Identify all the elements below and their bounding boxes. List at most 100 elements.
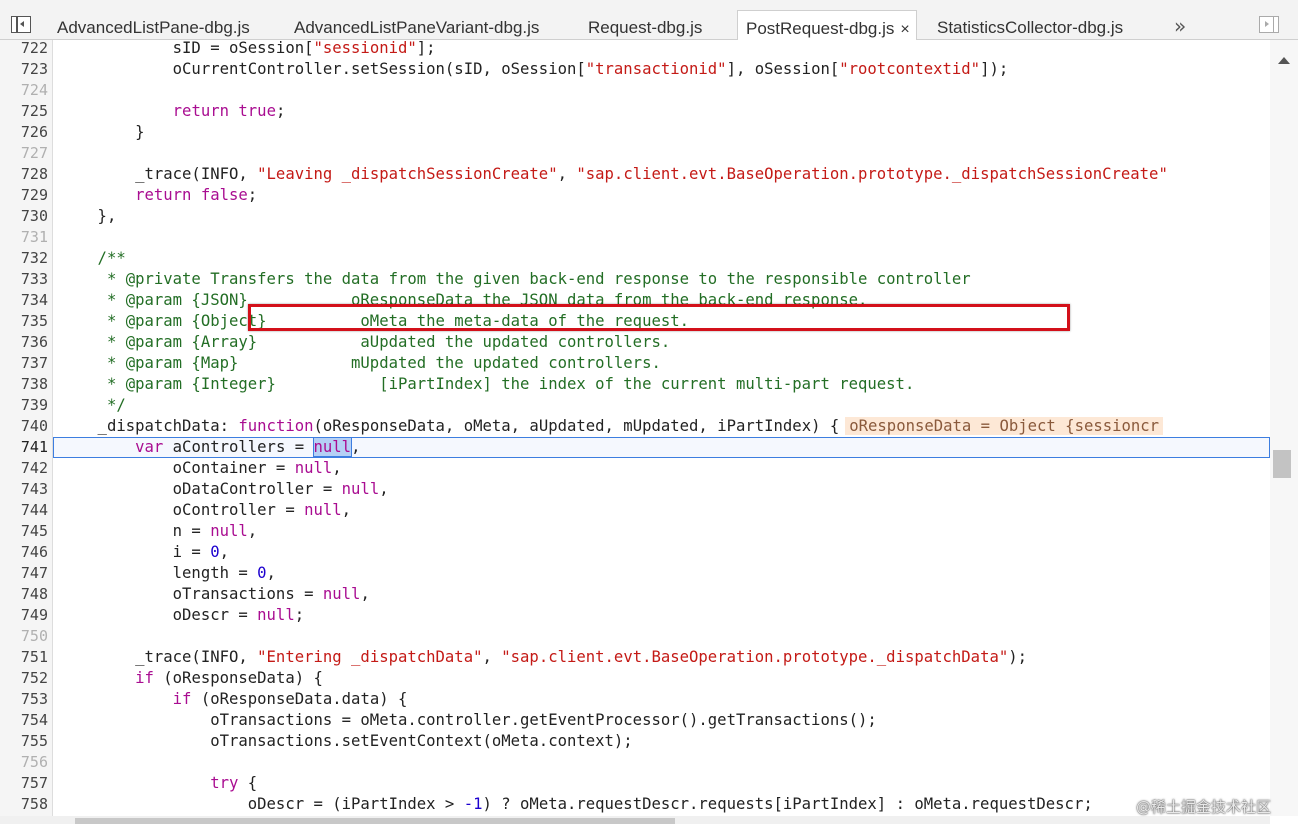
line-number[interactable]: 743 <box>0 479 48 500</box>
code-text: i = 0, <box>60 543 229 561</box>
tab-postrequest[interactable]: PostRequest-dbg.js × <box>737 10 917 40</box>
code-line[interactable]: 740 _dispatchData: function(oResponseDat… <box>0 416 1270 437</box>
code-line[interactable]: 724 <box>0 80 1270 101</box>
code-text: }, <box>60 207 117 225</box>
line-number[interactable]: 757 <box>0 773 48 794</box>
code-line[interactable]: 753 if (oResponseData.data) { <box>0 689 1270 710</box>
code-line[interactable]: 725 return true; <box>0 101 1270 122</box>
code-line[interactable]: 730 }, <box>0 206 1270 227</box>
code-editor[interactable]: 722 sID = oSession["sessionid"]; 723 oCur… <box>0 40 1270 816</box>
line-number[interactable]: 726 <box>0 122 48 143</box>
code-line[interactable]: 727 <box>0 143 1270 164</box>
code-line[interactable]: 726 } <box>0 122 1270 143</box>
line-number[interactable]: 745 <box>0 521 48 542</box>
code-line[interactable]: 728 _trace(INFO, "Leaving _dispatchSessi… <box>0 164 1270 185</box>
code-line[interactable]: 736 * @param {Array} aUpdated the update… <box>0 332 1270 353</box>
line-number[interactable]: 742 <box>0 458 48 479</box>
line-number[interactable]: 744 <box>0 500 48 521</box>
line-number[interactable]: 737 <box>0 353 48 374</box>
line-number[interactable]: 754 <box>0 710 48 731</box>
line-number[interactable]: 747 <box>0 563 48 584</box>
line-number[interactable]: 728 <box>0 164 48 185</box>
line-number[interactable]: 735 <box>0 311 48 332</box>
code-line[interactable]: 731 <box>0 227 1270 248</box>
line-number[interactable]: 734 <box>0 290 48 311</box>
close-tab-icon[interactable]: × <box>900 21 915 38</box>
code-text: oDataController = null, <box>60 480 389 498</box>
code-line[interactable]: 751 _trace(INFO, "Entering _dispatchData… <box>0 647 1270 668</box>
line-number[interactable]: 731 <box>0 227 48 248</box>
tab-statisticscollector[interactable]: StatisticsCollector-dbg.js <box>937 10 1123 40</box>
line-number[interactable]: 736 <box>0 332 48 353</box>
line-number[interactable]: 751 <box>0 647 48 668</box>
line-number[interactable]: 722 <box>0 40 48 59</box>
line-number[interactable]: 730 <box>0 206 48 227</box>
horizontal-scroll-thumb[interactable] <box>75 818 675 824</box>
code-line[interactable]: 757 try { <box>0 773 1270 794</box>
line-number[interactable]: 753 <box>0 689 48 710</box>
line-number[interactable]: 739 <box>0 395 48 416</box>
line-number[interactable]: 741 <box>0 437 48 458</box>
tab-request[interactable]: Request-dbg.js <box>588 10 702 40</box>
code-line[interactable]: 723 oCurrentController.setSession(sID, o… <box>0 59 1270 80</box>
code-line[interactable]: 722 sID = oSession["sessionid"]; <box>0 40 1270 59</box>
code-text: sID = oSession["sessionid"]; <box>60 40 436 57</box>
code-text: /** <box>60 249 126 267</box>
toggle-debugger-icon[interactable] <box>1259 16 1279 33</box>
scroll-up-arrow-icon[interactable] <box>1278 57 1290 64</box>
code-line[interactable]: 741 var aControllers = null, <box>0 437 1270 458</box>
line-number[interactable]: 750 <box>0 626 48 647</box>
tab-advancedlistpanevariant[interactable]: AdvancedListPaneVariant-dbg.js <box>294 10 539 40</box>
vertical-scroll-thumb[interactable] <box>1273 450 1291 478</box>
line-number[interactable]: 758 <box>0 794 48 815</box>
horizontal-scrollbar[interactable] <box>0 816 1270 824</box>
line-number[interactable]: 756 <box>0 752 48 773</box>
code-text: * @param {Integer} [iPartIndex] the inde… <box>60 375 915 393</box>
line-number[interactable]: 729 <box>0 185 48 206</box>
toggle-navigator-icon[interactable] <box>11 16 31 33</box>
code-line[interactable]: 754 oTransactions = oMeta.controller.get… <box>0 710 1270 731</box>
vertical-scrollbar[interactable] <box>1270 40 1298 816</box>
tab-advancedlistpane[interactable]: AdvancedListPane-dbg.js <box>57 10 250 40</box>
code-line[interactable]: 750 <box>0 626 1270 647</box>
watermark: @稀土掘金技术社区 <box>1136 798 1272 816</box>
code-line[interactable]: 732 /** <box>0 248 1270 269</box>
line-number[interactable]: 727 <box>0 143 48 164</box>
line-number[interactable]: 733 <box>0 269 48 290</box>
code-line[interactable]: 737 * @param {Map} mUpdated the updated … <box>0 353 1270 374</box>
code-line[interactable]: 744 oController = null, <box>0 500 1270 521</box>
code-text: if (oResponseData) { <box>135 669 323 687</box>
code-line[interactable]: 748 oTransactions = null, <box>0 584 1270 605</box>
code-line[interactable]: 743 oDataController = null, <box>0 479 1270 500</box>
line-number[interactable]: 732 <box>0 248 48 269</box>
line-number[interactable]: 748 <box>0 584 48 605</box>
tab-label: PostRequest-dbg.js <box>746 19 895 38</box>
code-line[interactable]: 747 length = 0, <box>0 563 1270 584</box>
code-line[interactable]: 758 oDescr = (iPartIndex > -1) ? oMeta.r… <box>0 794 1270 815</box>
code-line[interactable]: 745 n = null, <box>0 521 1270 542</box>
line-number[interactable]: 738 <box>0 374 48 395</box>
code-line[interactable]: 755 oTransactions.setEventContext(oMeta.… <box>0 731 1270 752</box>
line-number[interactable]: 723 <box>0 59 48 80</box>
code-line[interactable]: 746 i = 0, <box>0 542 1270 563</box>
line-number[interactable]: 724 <box>0 80 48 101</box>
code-text: oController = null, <box>60 501 352 519</box>
code-line[interactable]: 742 oContainer = null, <box>0 458 1270 479</box>
code-text: oDescr = null; <box>60 606 305 624</box>
code-line[interactable]: 739 */ <box>0 395 1270 416</box>
line-number[interactable]: 752 <box>0 668 48 689</box>
code-line[interactable]: 752 if (oResponseData) { <box>0 668 1270 689</box>
line-number[interactable]: 725 <box>0 101 48 122</box>
line-number[interactable]: 746 <box>0 542 48 563</box>
code-line[interactable]: 749 oDescr = null; <box>0 605 1270 626</box>
line-number[interactable]: 755 <box>0 731 48 752</box>
code-line[interactable]: 738 * @param {Integer} [iPartIndex] the … <box>0 374 1270 395</box>
code-line[interactable]: 729 return false; <box>0 185 1270 206</box>
code-text: oDescr = (iPartIndex > -1) ? oMeta.reque… <box>60 795 1093 813</box>
code-text: } <box>60 123 145 141</box>
line-number[interactable]: 740 <box>0 416 48 437</box>
more-tabs-icon[interactable]: » <box>1174 14 1186 38</box>
line-number[interactable]: 749 <box>0 605 48 626</box>
code-line[interactable]: 733 * @private Transfers the data from t… <box>0 269 1270 290</box>
code-line[interactable]: 756 <box>0 752 1270 773</box>
